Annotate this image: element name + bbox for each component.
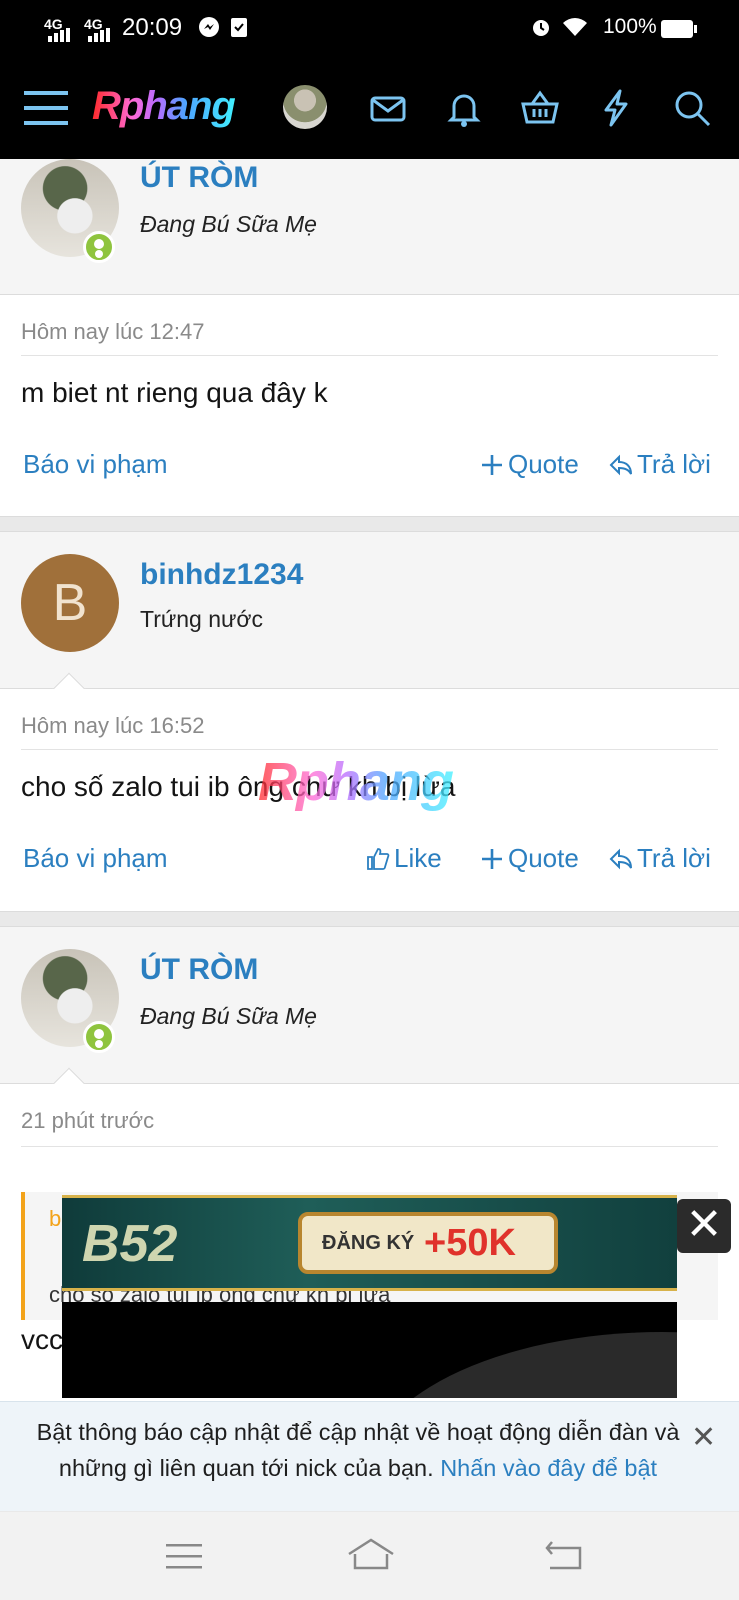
quote-button[interactable]: Quote [480,449,579,480]
post-text: vcc [21,1324,63,1355]
lightning-icon[interactable] [594,86,638,130]
quoted-user[interactable]: b [49,1206,61,1232]
username[interactable]: ÚT RÒM [140,953,258,987]
reply-button[interactable]: Trả lời [609,449,711,480]
ad-cta-button[interactable]: ĐĂNG KÝ +50K [298,1212,558,1274]
battery-icon [661,20,697,38]
top-nav: Rphang [0,58,739,159]
report-label: Báo vi phạm [23,449,168,479]
post-body: Hôm nay lúc 16:52 cho số zalo tui ib ông… [0,689,739,912]
user-title: Đang Bú Sữa Mẹ [140,211,317,237]
post-time[interactable]: 21 phút trước [21,1108,154,1134]
reply-label: Trả lời [637,449,711,479]
clock: 20:09 [122,14,183,41]
user-title: Đang Bú Sữa Mẹ [140,1003,317,1029]
ad-cta-text: ĐĂNG KÝ [322,1232,415,1254]
search-icon[interactable] [670,86,714,130]
messenger-icon [199,17,219,37]
bell-icon[interactable] [442,86,486,130]
post-header: B binhdz1234 Trứng nước [0,531,739,710]
like-label: Like [394,843,442,873]
reply-button[interactable]: Trả lời [609,843,711,874]
thumbs-up-icon [367,847,390,870]
report-button[interactable]: Báo vi phạm [23,449,168,480]
wifi-icon [563,18,587,36]
report-label: Báo vi phạm [23,843,168,873]
post-time[interactable]: Hôm nay lúc 16:52 [21,713,204,739]
ad-video[interactable] [62,1302,677,1398]
username[interactable]: binhdz1234 [140,558,303,592]
menu-icon[interactable] [166,1542,204,1570]
ad-brand: B52 [82,1215,178,1273]
reply-label: Trả lời [637,843,711,873]
push-notice: Bật thông báo cập nhật để cập nhật về ho… [0,1401,739,1511]
battery-percent: 100% [603,15,657,38]
mail-icon[interactable] [366,86,410,130]
status-bar: 4G 4G 20:09 100% [0,0,739,58]
back-icon[interactable] [544,1538,584,1572]
plus-icon [482,454,502,475]
reply-icon [609,848,632,869]
clipboard-icon [231,18,247,37]
user-avatar[interactable]: B [21,554,119,652]
post-text: m biet nt rieng qua đây k [21,377,328,408]
notice-message: Bật thông báo cập nhật để cập nhật về ho… [28,1414,688,1486]
user-avatar[interactable] [283,85,327,129]
post-header: ÚT RÒM Đang Bú Sữa Mẹ [0,159,739,295]
plus-icon [482,848,502,869]
post-time[interactable]: Hôm nay lúc 12:47 [21,319,204,345]
enable-notifications-link[interactable]: Nhấn vào đây để bật [440,1455,657,1481]
divider [21,355,718,356]
ad-cta-value: +50K [424,1222,516,1264]
close-icon[interactable]: ✕ [691,1420,716,1455]
quote-button[interactable]: Quote [480,843,579,874]
divider [21,749,718,750]
site-logo[interactable]: Rphang [92,84,236,129]
user-title: Trứng nước [140,606,263,632]
basket-icon[interactable] [518,86,562,130]
divider [21,1146,718,1147]
signal-bars-icon [88,28,110,42]
post-body: Hôm nay lúc 12:47 m biet nt rieng qua đâ… [0,295,739,517]
menu-icon[interactable] [24,86,68,130]
username[interactable]: ÚT RÒM [140,161,258,195]
quote-label: Quote [508,843,579,873]
post-header: ÚT RÒM Đang Bú Sữa Mẹ [0,926,739,1105]
watermark-logo: Rphang [258,752,454,812]
ad-banner[interactable]: B52 ĐĂNG KÝ +50K [62,1195,677,1291]
quote-label: Quote [508,449,579,479]
like-button[interactable]: Like [366,843,442,874]
online-indicator [83,1021,115,1053]
system-nav [0,1512,739,1600]
home-icon[interactable] [346,1534,396,1572]
signal-bars-icon [48,28,70,42]
reply-icon [609,454,632,475]
ad-close-button[interactable]: ✕ [677,1199,731,1253]
alarm-icon [533,20,549,36]
report-button[interactable]: Báo vi phạm [23,843,168,874]
online-indicator [83,231,115,263]
